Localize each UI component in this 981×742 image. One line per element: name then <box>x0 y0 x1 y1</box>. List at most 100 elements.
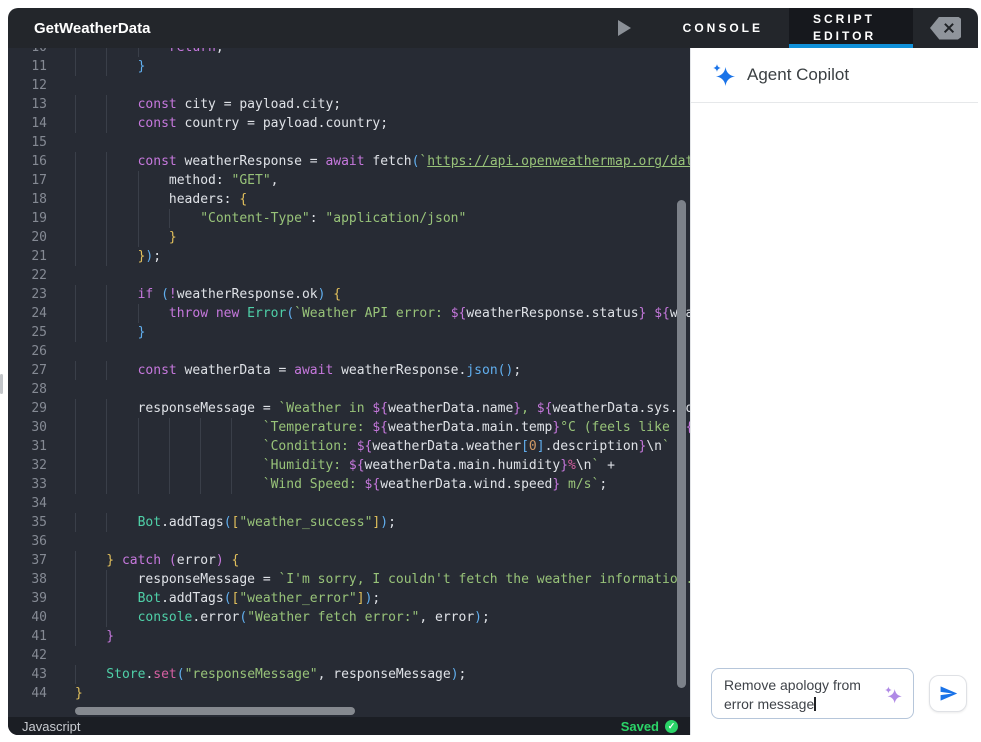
indent-guide <box>106 228 138 247</box>
line-number: 15 <box>31 135 47 150</box>
code-line: 36 <box>8 532 690 551</box>
indent-guide <box>200 437 232 456</box>
line-number: 13 <box>31 97 47 112</box>
code-line: 23 if (! weatherResponse.ok) { <box>8 285 690 304</box>
indent-guide <box>106 190 138 209</box>
line-number: 18 <box>31 192 47 207</box>
indent-guide <box>106 48 138 57</box>
script-title: GetWeatherData <box>34 19 151 37</box>
indent-guide <box>137 209 169 228</box>
line-number: 30 <box>31 420 47 435</box>
code-line: 20} <box>8 228 690 247</box>
indent-guide <box>75 551 107 570</box>
indent-guide <box>75 475 107 494</box>
indent-guide <box>75 627 107 646</box>
code-line: 30 `Temperature: ${weatherData.main.temp}… <box>8 418 690 437</box>
panel-resize-handle[interactable] <box>0 374 3 394</box>
line-number: 23 <box>31 287 47 302</box>
indent-guide <box>200 475 232 494</box>
text-cursor <box>814 697 816 711</box>
line-number: 31 <box>31 439 47 454</box>
indent-guide <box>106 513 138 532</box>
code-line: 14 const country = payload.country; <box>8 114 690 133</box>
code-line: 28 <box>8 380 690 399</box>
line-number: 20 <box>31 230 47 245</box>
line-number: 21 <box>31 249 47 264</box>
indent-guide <box>106 57 138 76</box>
copilot-input[interactable]: Remove apology from error message <box>711 668 914 719</box>
active-tab-indicator <box>789 44 913 48</box>
copilot-conversation <box>691 103 978 668</box>
code-line: 19 "Content-Type": "application/json" <box>8 209 690 228</box>
code-line: 40 console .error("Weather fetch error:", … <box>8 608 690 627</box>
indent-guide <box>106 95 138 114</box>
tab-script-editor[interactable]: SCRIPT EDITOR <box>789 8 913 48</box>
line-number: 29 <box>31 401 47 416</box>
indent-guide <box>106 114 138 133</box>
indent-guide <box>75 361 107 380</box>
indent-guide <box>137 190 169 209</box>
indent-guide <box>75 665 107 684</box>
line-number: 12 <box>31 78 47 93</box>
code-line: 27 const weatherData = await weatherRespo… <box>8 361 690 380</box>
indent-guide <box>75 114 107 133</box>
horizontal-scrollbar[interactable] <box>75 707 355 715</box>
indent-guide <box>168 456 201 475</box>
status-bar: Javascript Saved ✓ <box>8 717 690 735</box>
indent-guide <box>75 304 107 323</box>
indent-guide <box>75 608 107 627</box>
indent-guide <box>106 209 138 228</box>
indent-guide <box>75 209 107 228</box>
indent-guide <box>106 418 138 437</box>
line-number: 40 <box>31 610 47 625</box>
indent-guide <box>75 228 107 247</box>
code-line: 15 <box>8 133 690 152</box>
line-number: 44 <box>31 686 47 701</box>
code-line: 26 <box>8 342 690 361</box>
line-number: 10 <box>8 48 47 57</box>
indent-guide <box>137 228 169 247</box>
indent-guide <box>168 437 201 456</box>
indent-guide <box>75 399 107 418</box>
copilot-title: Agent Copilot <box>747 65 850 84</box>
code-viewport[interactable]: 10return;11} 12 13const city = payload.cit… <box>8 48 690 706</box>
line-number: 22 <box>31 268 47 283</box>
indent-guide <box>75 48 107 57</box>
tab-console[interactable]: CONSOLE <box>675 8 771 48</box>
indent-guide <box>106 361 138 380</box>
indent-guide <box>168 209 201 228</box>
horizontal-scrollbar-track <box>8 706 690 717</box>
line-number: 35 <box>31 515 47 530</box>
code-line: 13 const city = payload.city; <box>8 95 690 114</box>
indent-guide <box>106 285 138 304</box>
vertical-scrollbar[interactable] <box>677 200 686 688</box>
code-line: 42 <box>8 646 690 665</box>
indent-guide <box>106 152 138 171</box>
copilot-header: Agent Copilot <box>691 48 978 103</box>
line-number: 14 <box>31 116 47 131</box>
script-editor-window: GetWeatherData CONSOLE SCRIPT EDITOR 10r… <box>8 8 978 735</box>
code-line: 39 Bot .addTags(["weather_error"]); <box>8 589 690 608</box>
close-icon[interactable] <box>930 16 961 40</box>
agent-copilot-panel: Agent Copilot Remove apology from error … <box>690 48 978 735</box>
line-number: 38 <box>31 572 47 587</box>
indent-guide <box>231 418 263 437</box>
indent-guide <box>106 589 138 608</box>
line-number: 11 <box>31 59 47 74</box>
line-number: 19 <box>31 211 47 226</box>
code-line: 25} <box>8 323 690 342</box>
code-editor[interactable]: 10return;11} 12 13const city = payload.cit… <box>8 48 690 735</box>
code-line: 33 `Wind Speed: ${weatherData.wind.speed}… <box>8 475 690 494</box>
tab-script-editor-label: SCRIPT EDITOR <box>813 12 877 43</box>
code-line: 16 const weatherResponse = await fetch(` h… <box>8 152 690 171</box>
run-script-icon[interactable] <box>617 20 631 36</box>
code-lines: 10return;11} 12 13const city = payload.cit… <box>8 48 690 703</box>
indent-guide <box>231 456 263 475</box>
indent-guide <box>75 171 107 190</box>
top-bar: GetWeatherData CONSOLE SCRIPT EDITOR <box>8 8 978 48</box>
line-number: 37 <box>31 553 47 568</box>
send-button[interactable] <box>929 675 967 712</box>
code-line: 44} <box>8 684 690 703</box>
code-line: 21}); <box>8 247 690 266</box>
indent-guide <box>75 152 107 171</box>
